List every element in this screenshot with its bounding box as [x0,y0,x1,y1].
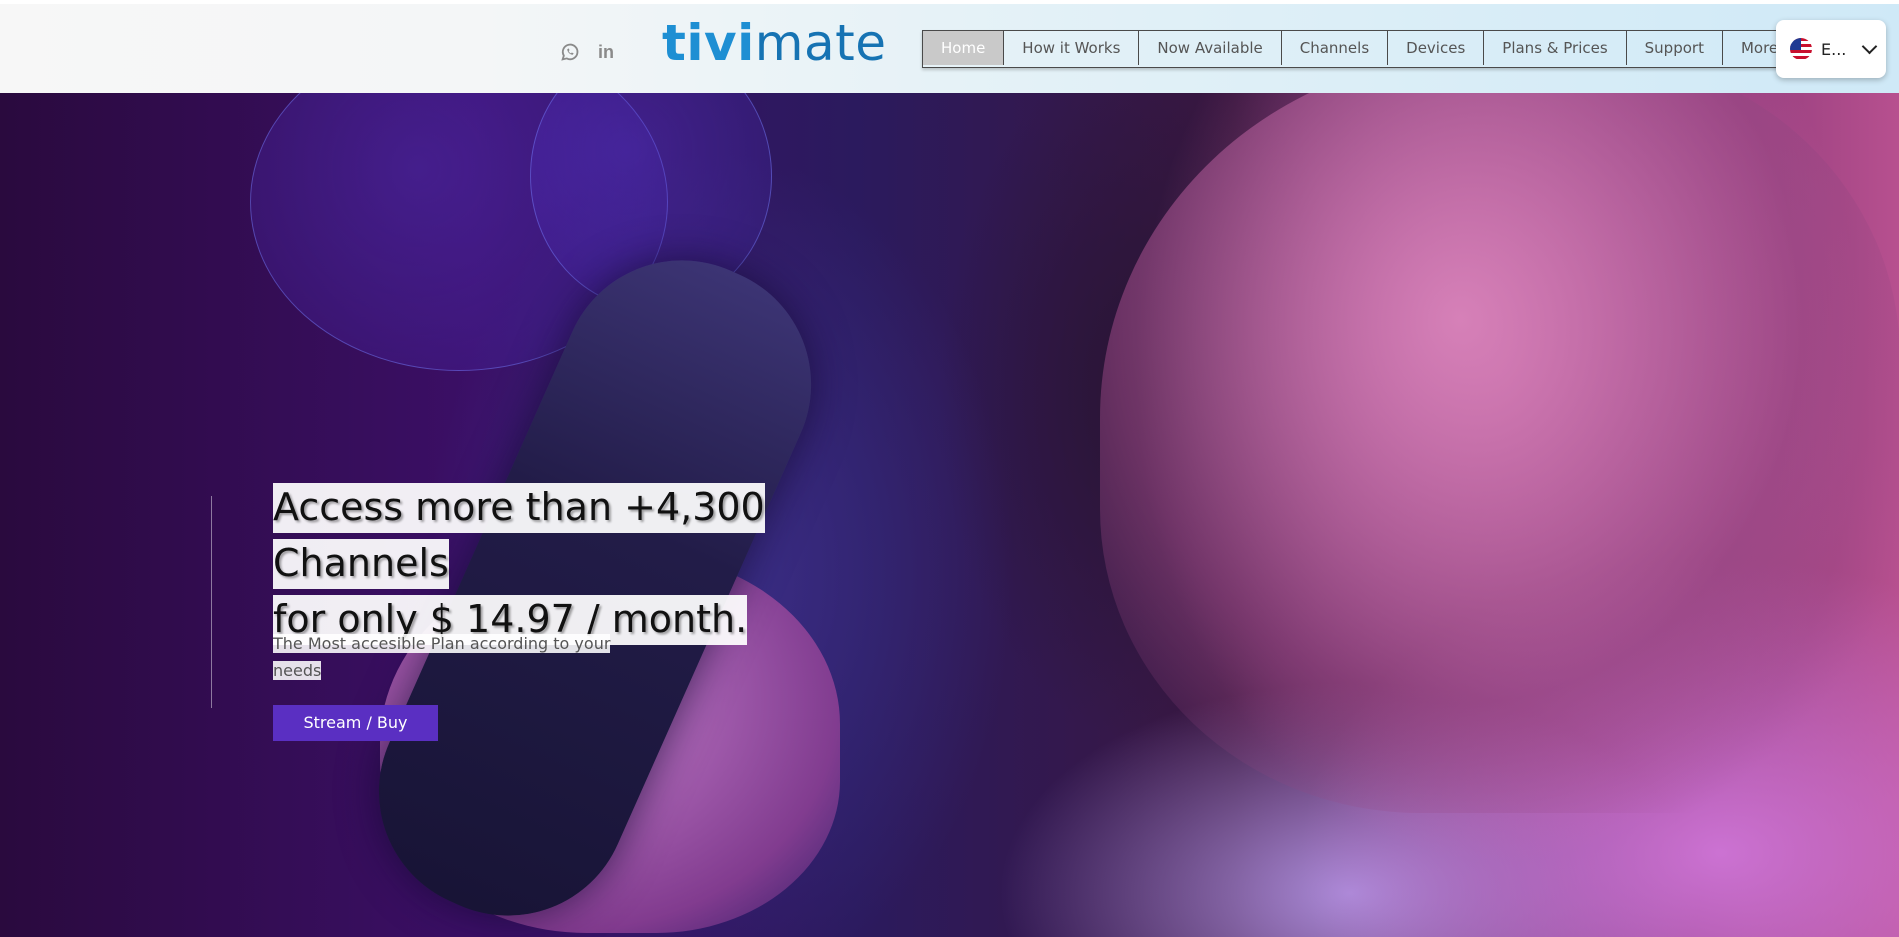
nav-item-devices[interactable]: Devices [1387,31,1483,65]
nav-item-how-it-works[interactable]: How it Works [1003,31,1138,65]
whatsapp-icon[interactable] [558,40,582,64]
us-flag-icon [1790,38,1812,60]
headline-line-1: Access more than +4,300 Channels [273,483,765,589]
nav-item-support[interactable]: Support [1625,31,1722,65]
hero-subtext: The Most accesible Plan according to you… [273,630,633,684]
site-header: in tivimate Home How it Works Now Availa… [0,0,1899,93]
logo-text-mate: mate [754,14,887,72]
divider-line [211,496,212,708]
logo-text-tivi: tivi [662,14,755,72]
linkedin-icon[interactable]: in [594,40,618,64]
hero-headline: Access more than +4,300 Channels for onl… [273,479,933,647]
nav-item-home[interactable]: Home [923,31,1004,65]
main-nav: Home How it Works Now Available Channels… [922,30,1798,68]
stream-buy-button[interactable]: Stream / Buy [273,705,438,741]
nav-item-now-available[interactable]: Now Available [1138,31,1280,65]
site-logo[interactable]: tivimate [662,14,887,72]
hero-section: Access more than +4,300 Channels for onl… [0,93,1899,937]
hero-person-image [1100,93,1899,813]
language-selector[interactable]: E... [1776,20,1886,78]
nav-item-channels[interactable]: Channels [1280,31,1387,65]
language-label: E... [1821,39,1847,59]
nav-item-plans-prices[interactable]: Plans & Prices [1483,31,1625,65]
chevron-down-icon [1862,38,1878,54]
hero-subtext-label: The Most accesible Plan according to you… [273,634,611,680]
